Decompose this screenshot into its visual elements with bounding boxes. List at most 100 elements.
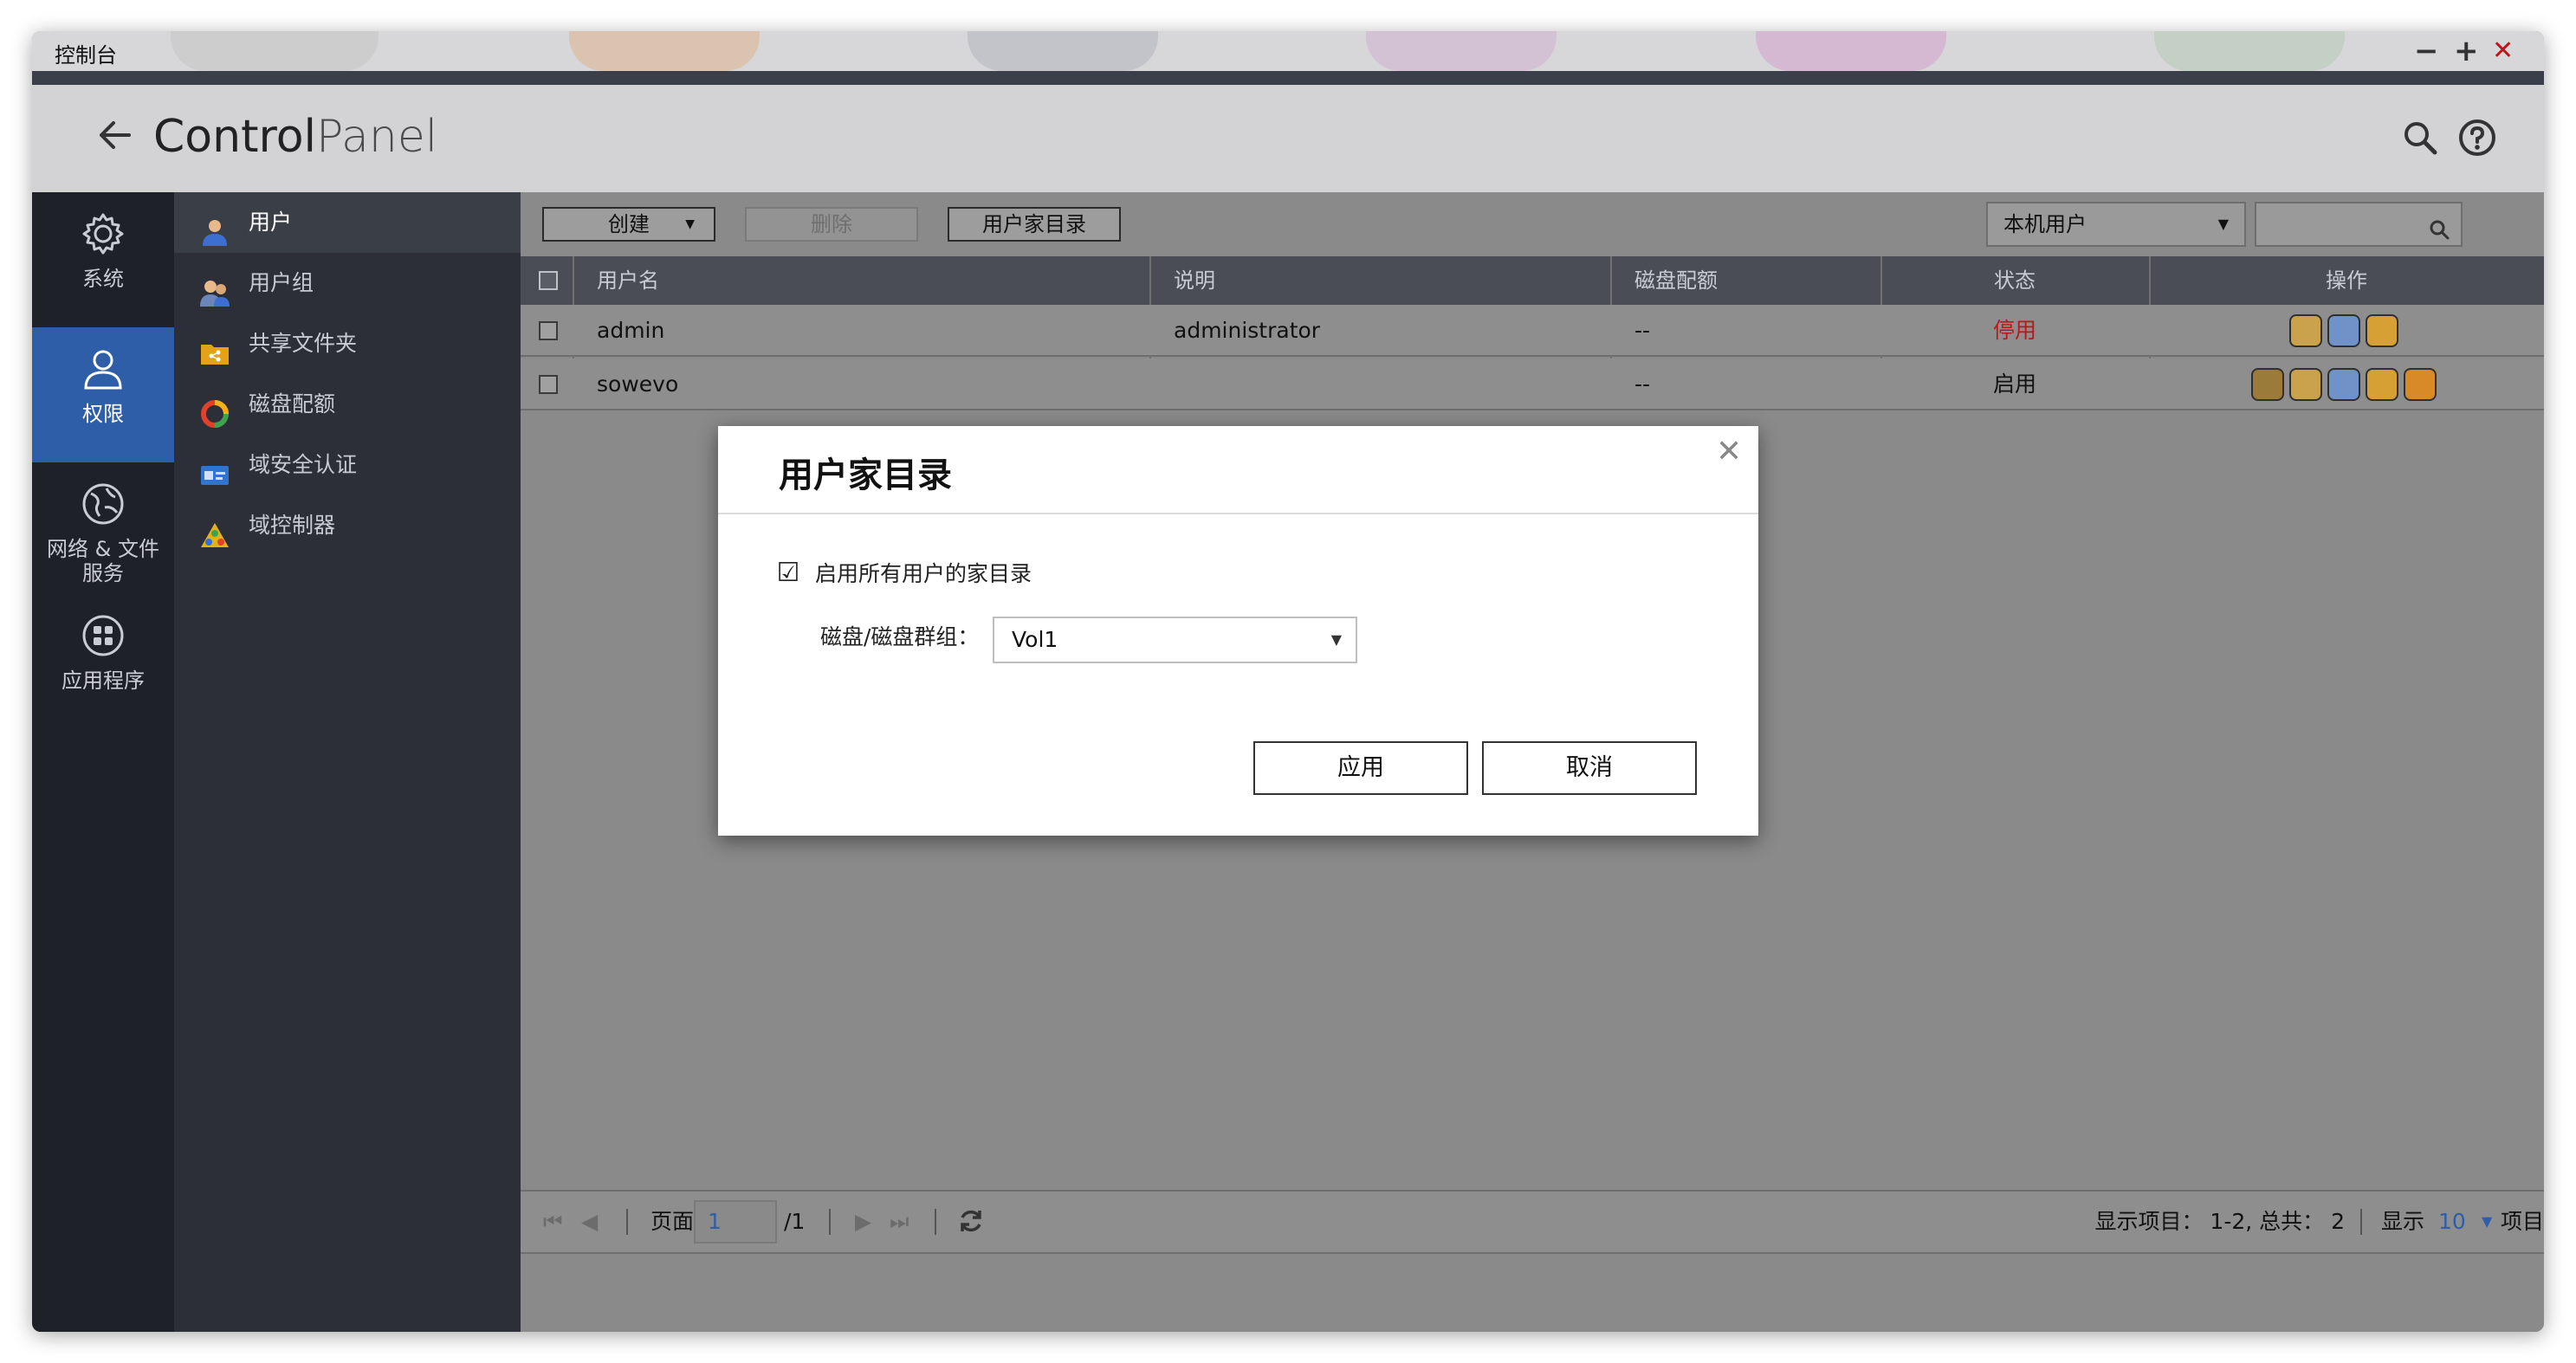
status-badge: 停用 (1992, 318, 2036, 343)
chevron-down-icon: ▼ (1330, 631, 1342, 648)
nav-system[interactable]: 系统 (32, 192, 174, 327)
sidebar-item-domain-controller[interactable]: 域控制器 (174, 495, 521, 556)
titlebar-divider (32, 71, 2544, 85)
sidebar-item-users[interactable]: 用户 (174, 192, 521, 253)
edit-icon[interactable] (2289, 314, 2322, 347)
sidebar-item-disk-quota[interactable]: 磁盘配额 (174, 374, 521, 435)
column-header-quota[interactable]: 磁盘配额 (1634, 256, 1718, 305)
sidebar-item-domain-security-label: 域安全认证 (249, 452, 358, 477)
background-blur (968, 31, 1158, 71)
status-badge: 启用 (1992, 371, 2036, 397)
next-page-icon[interactable]: ▶ (855, 1209, 871, 1235)
create-button[interactable]: 创建 ▼ (542, 207, 715, 242)
cell-quota: -- (1634, 371, 1651, 397)
column-header-actions: 操作 (2326, 268, 2367, 293)
row-checkbox[interactable] (539, 375, 558, 394)
cell-username: admin (597, 318, 665, 343)
user-type-selected: 本机用户 (2003, 212, 2087, 236)
password-icon[interactable] (2251, 368, 2284, 401)
disk-quota-icon (200, 391, 230, 428)
page-total: /1 (784, 1209, 806, 1234)
user-group-icon (200, 269, 230, 307)
enable-home-folder-label[interactable]: 启用所有用户的家目录 (815, 559, 1032, 590)
app-title-thin: Panel (315, 111, 438, 163)
background-blur (2154, 31, 2345, 71)
dialog-divider (718, 513, 1758, 514)
user-group-icon[interactable] (2327, 314, 2360, 347)
nav-applications[interactable]: 应用程序 (32, 601, 174, 722)
back-arrow-icon[interactable] (96, 116, 134, 158)
row-checkbox[interactable] (539, 321, 558, 340)
search-input[interactable] (2255, 202, 2463, 247)
sidebar-item-shared-folders[interactable]: 共享文件夹 (174, 313, 521, 374)
column-header-status[interactable]: 状态 (1880, 256, 2149, 305)
column-header-description[interactable]: 说明 (1174, 256, 1215, 305)
sidebar-item-users-label: 用户 (249, 210, 293, 235)
domain-security-icon (200, 451, 230, 485)
display-items-summary: 显示项目： 1-2, 总共： 2 (2094, 1209, 2345, 1234)
close-button[interactable]: ✕ (2492, 36, 2514, 66)
window-title: 控制台 (55, 43, 117, 68)
refresh-icon[interactable] (957, 1207, 985, 1238)
globe-icon (32, 481, 174, 532)
show-label: 显示 (2381, 1209, 2425, 1234)
volume-selected: Vol1 (1012, 627, 1058, 652)
prev-page-icon[interactable]: ◀ (581, 1209, 598, 1235)
page-number-input[interactable]: 1 (694, 1200, 777, 1243)
delete-button[interactable]: 删除 (745, 207, 918, 242)
app-title-bold: Control (153, 111, 316, 163)
user-type-select[interactable]: 本机用户 ▼ (1986, 202, 2246, 247)
minimize-button[interactable]: − (2414, 36, 2439, 66)
per-page-select[interactable]: 10 (2438, 1209, 2466, 1235)
search-icon[interactable] (2428, 213, 2450, 255)
domain-controller-icon (200, 512, 230, 547)
volume-label: 磁盘/磁盘群组： (820, 624, 980, 649)
nav-network-label-line2: 服务 (82, 561, 124, 585)
enable-home-folder-checkbox[interactable]: ☑ (775, 560, 801, 586)
gear-icon (32, 211, 174, 262)
app-title: ControlPanel (153, 109, 437, 165)
footer-area (521, 1254, 2544, 1332)
caret-down-icon[interactable]: ▼ (2482, 1209, 2492, 1235)
page-label: 页面 (650, 1209, 695, 1234)
close-icon[interactable]: ✕ (1716, 436, 1742, 468)
chevron-down-icon: ▼ (2217, 216, 2229, 232)
edit-icon[interactable] (2289, 368, 2322, 401)
sidebar-item-domain-security[interactable]: 域安全认证 (174, 435, 521, 495)
table-row[interactable] (521, 359, 2544, 410)
caret-down-icon: ▼ (685, 217, 695, 231)
sidebar-item-domain-controller-label: 域控制器 (249, 513, 336, 538)
nav-permissions[interactable]: 权限 (32, 327, 174, 462)
volume-select[interactable]: Vol1 ▼ (993, 617, 1357, 663)
nav-network-file-services[interactable]: 网络 & 文件 服务 (32, 462, 174, 601)
user-home-folder-button[interactable]: 用户家目录 (948, 207, 1121, 242)
background-blur (1366, 31, 1557, 71)
sidebar-item-user-groups-label: 用户组 (249, 270, 314, 295)
sidebar-item-user-groups[interactable]: 用户组 (174, 253, 521, 313)
user-home-folder-dialog: 用户家目录 ✕ ☑ 启用所有用户的家目录 磁盘/磁盘群组： Vol1 ▼ 应用 … (718, 426, 1758, 836)
table-row[interactable] (521, 305, 2544, 357)
apply-button[interactable]: 应用 (1253, 741, 1468, 795)
apps-icon[interactable] (2404, 368, 2437, 401)
background-blur (1756, 31, 1946, 71)
shared-folder-icon[interactable] (2366, 314, 2398, 347)
sidebar-item-disk-quota-label: 磁盘配额 (249, 391, 336, 417)
last-page-icon[interactable]: ⏭ (890, 1209, 909, 1235)
shared-folder-icon[interactable] (2366, 368, 2398, 401)
pager-divider (935, 1209, 936, 1235)
create-button-label: 创建 (608, 212, 650, 236)
cell-quota: -- (1634, 318, 1651, 343)
nav-applications-label: 应用程序 (61, 669, 145, 693)
dialog-title: 用户家目录 (779, 455, 952, 495)
select-all-checkbox[interactable] (539, 271, 558, 290)
search-icon[interactable] (2402, 120, 2438, 159)
column-header-username[interactable]: 用户名 (597, 256, 659, 305)
maximize-button[interactable]: + (2454, 36, 2479, 66)
cancel-button[interactable]: 取消 (1482, 741, 1697, 795)
first-page-icon[interactable]: ⏮ (543, 1209, 563, 1235)
help-icon[interactable] (2457, 118, 2497, 161)
pager-divider (829, 1209, 831, 1235)
background-blur (171, 31, 379, 71)
user-group-icon[interactable] (2327, 368, 2360, 401)
sidebar-item-shared-folders-label: 共享文件夹 (249, 331, 358, 356)
